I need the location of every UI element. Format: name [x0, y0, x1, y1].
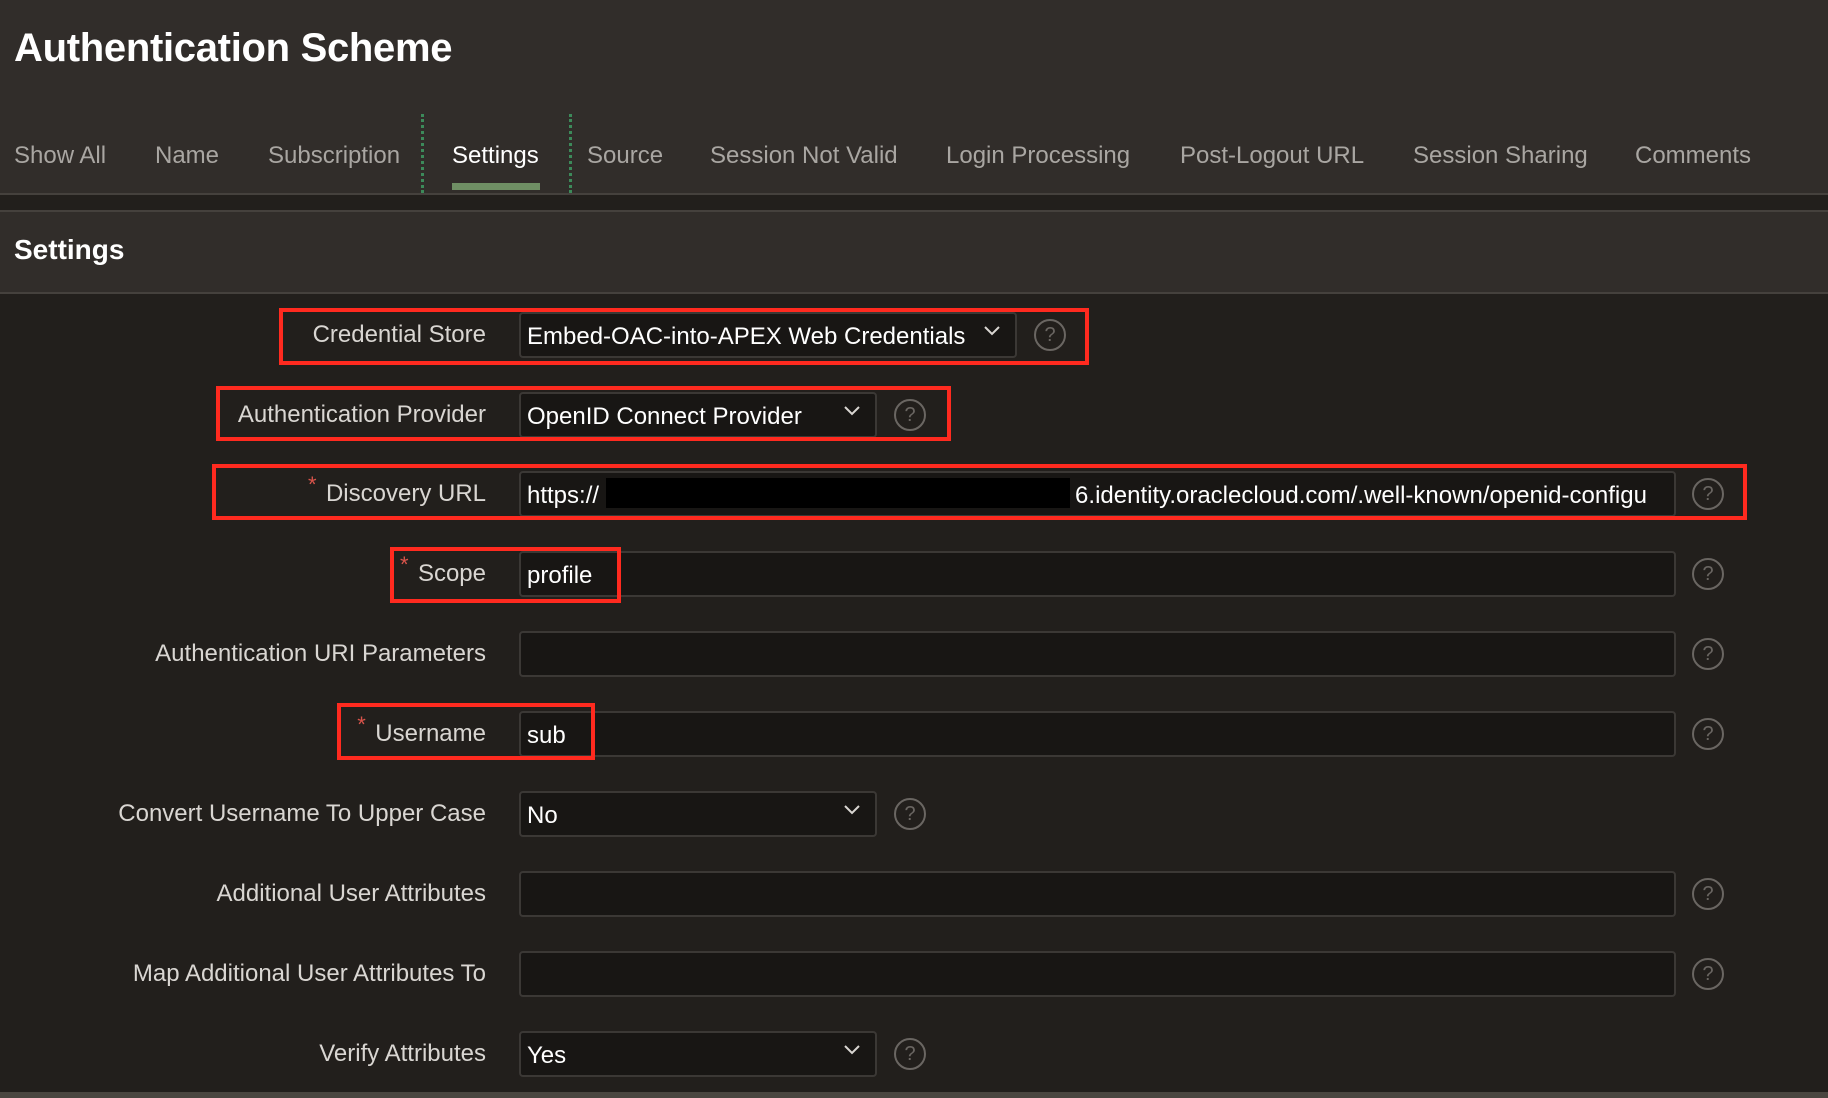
form-row-username: * Username sub ?	[0, 711, 1828, 757]
help-icon[interactable]: ?	[1692, 478, 1724, 510]
discovery-url-suffix: 6.identity.oraclecloud.com/.well-known/o…	[1075, 482, 1647, 509]
additional-user-attributes-input[interactable]	[519, 871, 1676, 917]
form-row-additional-user-attributes: Additional User Attributes ?	[0, 871, 1828, 917]
help-icon[interactable]: ?	[1692, 958, 1724, 990]
credential-store-select[interactable]: Embed-OAC-into-APEX Web Credentials	[519, 312, 1017, 358]
page-title: Authentication Scheme	[14, 26, 453, 70]
chevron-down-icon	[843, 803, 860, 817]
additional-user-attributes-label: Additional User Attributes	[216, 880, 486, 907]
tab-source[interactable]: Source	[587, 142, 663, 170]
authentication-provider-value: OpenID Connect Provider	[527, 403, 802, 430]
form-row-credential-store: Credential Store Embed-OAC-into-APEX Web…	[0, 312, 1828, 358]
tab-post-logout-url[interactable]: Post-Logout URL	[1180, 142, 1364, 170]
help-icon[interactable]: ?	[1692, 558, 1724, 590]
spacer-band	[0, 195, 1828, 211]
verify-attributes-value: Yes	[527, 1042, 567, 1069]
scope-label-text: Scope	[417, 560, 486, 587]
page-header: Authentication Scheme Show All Name Subs…	[0, 0, 1828, 193]
convert-username-upper-label: Convert Username To Upper Case	[118, 800, 486, 827]
form-row-verify-attributes: Verify Attributes Yes ?	[0, 1031, 1828, 1077]
form-row-scope: * Scope profile ?	[0, 551, 1828, 597]
form-row-map-additional-user-attributes: Map Additional User Attributes To ?	[0, 951, 1828, 997]
help-icon[interactable]: ?	[1692, 638, 1724, 670]
scope-input[interactable]: profile	[519, 551, 1676, 597]
chevron-down-icon	[843, 1043, 860, 1057]
tab-comments[interactable]: Comments	[1635, 142, 1751, 170]
username-value: sub	[527, 722, 566, 749]
tab-focus-left-divider	[421, 114, 424, 193]
redaction-block	[606, 478, 1070, 508]
authentication-uri-parameters-label: Authentication URI Parameters	[155, 640, 486, 667]
tab-session-sharing[interactable]: Session Sharing	[1413, 142, 1588, 170]
form-row-authentication-provider: Authentication Provider OpenID Connect P…	[0, 392, 1828, 438]
tab-show-all[interactable]: Show All	[14, 142, 106, 170]
discovery-url-label-text: Discovery URL	[325, 480, 486, 507]
credential-store-value: Embed-OAC-into-APEX Web Credentials	[527, 323, 966, 350]
help-icon[interactable]: ?	[1692, 718, 1724, 750]
required-indicator: *	[399, 552, 409, 577]
form-row-authentication-uri-parameters: Authentication URI Parameters ?	[0, 631, 1828, 677]
discovery-url-label: * Discovery URL	[308, 472, 486, 508]
verify-attributes-label: Verify Attributes	[319, 1040, 486, 1067]
scope-label: * Scope	[400, 552, 486, 588]
tab-session-not-valid[interactable]: Session Not Valid	[710, 142, 898, 170]
authentication-uri-parameters-input[interactable]	[519, 631, 1676, 677]
username-label: * Username	[357, 712, 486, 748]
tab-login-processing[interactable]: Login Processing	[946, 142, 1130, 170]
discovery-url-prefix: https://	[527, 482, 600, 509]
tab-bar: Show All Name Subscription Settings Sour…	[0, 110, 1828, 193]
tab-name[interactable]: Name	[155, 142, 219, 170]
convert-username-upper-select[interactable]: No	[519, 791, 877, 837]
required-indicator: *	[357, 712, 366, 737]
tab-focus-right-divider	[569, 114, 572, 193]
credential-store-label: Credential Store	[312, 321, 486, 348]
active-tab-indicator	[452, 183, 540, 190]
help-icon[interactable]: ?	[894, 1038, 926, 1070]
section-title: Settings	[14, 234, 125, 265]
required-indicator: *	[307, 472, 317, 497]
map-additional-user-attributes-label: Map Additional User Attributes To	[132, 960, 486, 987]
scope-value: profile	[527, 562, 593, 589]
map-additional-user-attributes-input[interactable]	[519, 951, 1676, 997]
divider	[0, 1092, 1828, 1098]
verify-attributes-select[interactable]: Yes	[519, 1031, 877, 1077]
convert-username-upper-value: No	[527, 802, 558, 829]
chevron-down-icon	[843, 404, 860, 418]
username-input[interactable]: sub	[519, 711, 1676, 757]
help-icon[interactable]: ?	[1034, 319, 1066, 351]
chevron-down-icon	[983, 324, 1000, 338]
authentication-provider-label: Authentication Provider	[237, 401, 486, 428]
section-header: Settings	[0, 212, 1828, 292]
form-row-convert-username-upper: Convert Username To Upper Case No ?	[0, 791, 1828, 837]
help-icon[interactable]: ?	[1692, 878, 1724, 910]
tab-subscription[interactable]: Subscription	[268, 142, 400, 170]
help-icon[interactable]: ?	[894, 399, 926, 431]
tab-settings[interactable]: Settings	[452, 142, 539, 170]
authentication-provider-select[interactable]: OpenID Connect Provider	[519, 392, 877, 438]
help-icon[interactable]: ?	[894, 798, 926, 830]
username-label-text: Username	[375, 720, 486, 747]
